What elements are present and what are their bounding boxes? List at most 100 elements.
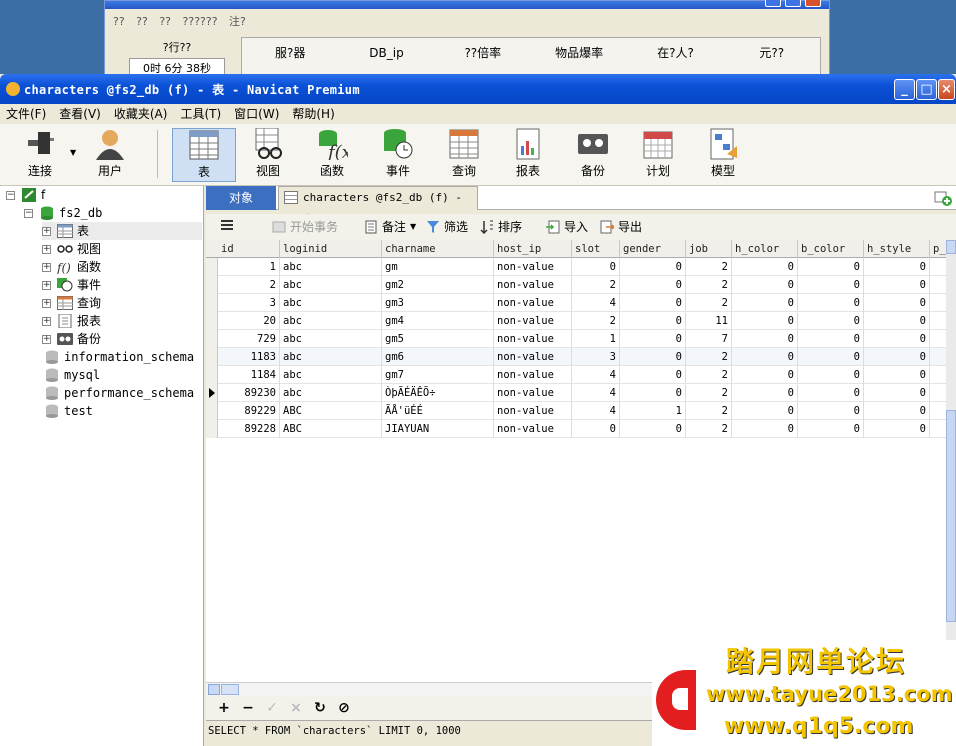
cell-b-color[interactable]: 0 <box>798 294 864 312</box>
cell-loginid[interactable]: abc <box>280 330 382 348</box>
cell-id[interactable]: 89230 <box>218 384 280 402</box>
cell-h-style[interactable]: 0 <box>864 294 930 312</box>
table-row[interactable]: 1184 abc gm7 non-value 4 0 2 0 0 0 <box>206 366 950 384</box>
cell-loginid[interactable]: abc <box>280 276 382 294</box>
column-header-charname[interactable]: charname <box>382 240 494 258</box>
cell-job[interactable]: 2 <box>686 384 732 402</box>
tree-item-reports[interactable]: + 报表 <box>42 312 101 330</box>
expand-icon[interactable]: + <box>42 316 51 326</box>
cell-h-style[interactable]: 0 <box>864 420 930 438</box>
expand-icon[interactable]: + <box>42 334 51 344</box>
cell-loginid[interactable]: abc <box>280 312 382 330</box>
cell-b-color[interactable]: 0 <box>798 276 864 294</box>
new-tab-icon[interactable] <box>934 189 952 207</box>
row-indicator[interactable] <box>206 420 218 438</box>
table-row[interactable]: 3 abc gm3 non-value 4 0 2 0 0 0 <box>206 294 950 312</box>
cell-gender[interactable]: 0 <box>620 258 686 276</box>
expand-icon[interactable]: + <box>42 280 51 290</box>
query-button[interactable]: 查询 <box>434 128 494 182</box>
cell-id[interactable]: 2 <box>218 276 280 294</box>
expand-icon[interactable]: + <box>42 244 51 254</box>
cell-slot[interactable]: 0 <box>572 420 620 438</box>
row-indicator[interactable] <box>206 276 218 294</box>
cell-id[interactable]: 729 <box>218 330 280 348</box>
cell-id[interactable]: 89228 <box>218 420 280 438</box>
cell-host-ip[interactable]: non-value <box>494 348 572 366</box>
cell-slot[interactable]: 4 <box>572 402 620 420</box>
cell-loginid[interactable]: abc <box>280 348 382 366</box>
connect-dropdown-icon[interactable]: ▼ <box>70 148 76 157</box>
cell-h-color[interactable]: 0 <box>732 276 798 294</box>
tab-objects[interactable]: 对象 <box>206 186 276 210</box>
maximize-button[interactable]: □ <box>916 79 937 100</box>
cell-h-color[interactable]: 0 <box>732 294 798 312</box>
cell-h-color[interactable]: 0 <box>732 384 798 402</box>
cell-job[interactable]: 2 <box>686 294 732 312</box>
menu-file[interactable]: 文件(F) <box>6 104 46 124</box>
cell-host-ip[interactable]: non-value <box>494 294 572 312</box>
column-header-h-color[interactable]: h_color <box>732 240 798 258</box>
cell-slot[interactable]: 4 <box>572 294 620 312</box>
tree-database[interactable]: − fs2_db <box>24 204 102 222</box>
table-row[interactable]: 2 abc gm2 non-value 2 0 2 0 0 0 <box>206 276 950 294</box>
tree-db-test[interactable]: test <box>44 402 93 420</box>
stop-button[interactable]: ⊘ <box>332 700 356 716</box>
cell-slot[interactable]: 2 <box>572 276 620 294</box>
cell-job[interactable]: 2 <box>686 402 732 420</box>
cell-charname[interactable]: gm6 <box>382 348 494 366</box>
bg-minimize-icon[interactable] <box>765 0 781 7</box>
cell-gender[interactable]: 0 <box>620 312 686 330</box>
cell-id[interactable]: 1183 <box>218 348 280 366</box>
cell-b-color[interactable]: 0 <box>798 330 864 348</box>
memo-button[interactable]: 备注 ▼ <box>364 218 416 235</box>
collapse-icon[interactable]: − <box>6 190 15 200</box>
current-row-indicator-icon[interactable] <box>206 384 218 402</box>
tree-item-tables[interactable]: + 表 <box>42 222 202 240</box>
menu-help[interactable]: 帮助(H) <box>292 104 334 124</box>
function-button[interactable]: f(x) 函数 <box>302 128 362 182</box>
cell-gender[interactable]: 0 <box>620 366 686 384</box>
scroll-up-icon[interactable] <box>946 240 956 254</box>
cell-h-style[interactable]: 0 <box>864 402 930 420</box>
data-grid[interactable]: id loginid charname host_ip slot gender job h_c… <box>206 240 956 682</box>
row-indicator[interactable] <box>206 330 218 348</box>
tree-item-backups[interactable]: + 备份 <box>42 330 101 348</box>
cell-loginid[interactable]: abc <box>280 258 382 276</box>
cell-id[interactable]: 89229 <box>218 402 280 420</box>
tab-characters-table[interactable]: characters @fs2_db (f) - 表 <box>278 186 478 226</box>
cell-h-color[interactable]: 0 <box>732 366 798 384</box>
column-header-gender[interactable]: gender <box>620 240 686 258</box>
cell-gender[interactable]: 1 <box>620 402 686 420</box>
column-header-job[interactable]: job <box>686 240 732 258</box>
column-header-host-ip[interactable]: host_ip <box>494 240 572 258</box>
tree-item-events[interactable]: + 事件 <box>42 276 101 294</box>
cell-slot[interactable]: 1 <box>572 330 620 348</box>
cell-slot[interactable]: 2 <box>572 312 620 330</box>
cell-h-color[interactable]: 0 <box>732 312 798 330</box>
expand-icon[interactable]: + <box>42 262 51 272</box>
tree-item-queries[interactable]: + 查询 <box>42 294 101 312</box>
expand-icon[interactable]: + <box>42 226 51 236</box>
bg-maximize-icon[interactable] <box>785 0 801 7</box>
tree-db-performance-schema[interactable]: performance_schema <box>44 384 194 402</box>
cell-charname[interactable]: gm <box>382 258 494 276</box>
cell-job[interactable]: 2 <box>686 276 732 294</box>
cell-host-ip[interactable]: non-value <box>494 330 572 348</box>
cell-h-style[interactable]: 0 <box>864 258 930 276</box>
report-button[interactable]: 报表 <box>498 128 558 182</box>
column-header-loginid[interactable]: loginid <box>280 240 382 258</box>
cell-slot[interactable]: 3 <box>572 348 620 366</box>
cell-gender[interactable]: 0 <box>620 294 686 312</box>
begin-transaction-button[interactable]: 开始事务 <box>272 218 338 235</box>
cell-h-color[interactable]: 0 <box>732 258 798 276</box>
row-indicator[interactable] <box>206 312 218 330</box>
cell-loginid[interactable]: abc <box>280 384 382 402</box>
cell-host-ip[interactable]: non-value <box>494 402 572 420</box>
cell-h-color[interactable]: 0 <box>732 330 798 348</box>
cell-gender[interactable]: 0 <box>620 276 686 294</box>
cell-slot[interactable]: 4 <box>572 366 620 384</box>
cell-b-color[interactable]: 0 <box>798 348 864 366</box>
cell-job[interactable]: 2 <box>686 258 732 276</box>
export-button[interactable]: 导出 <box>600 218 642 235</box>
cell-job[interactable]: 2 <box>686 348 732 366</box>
